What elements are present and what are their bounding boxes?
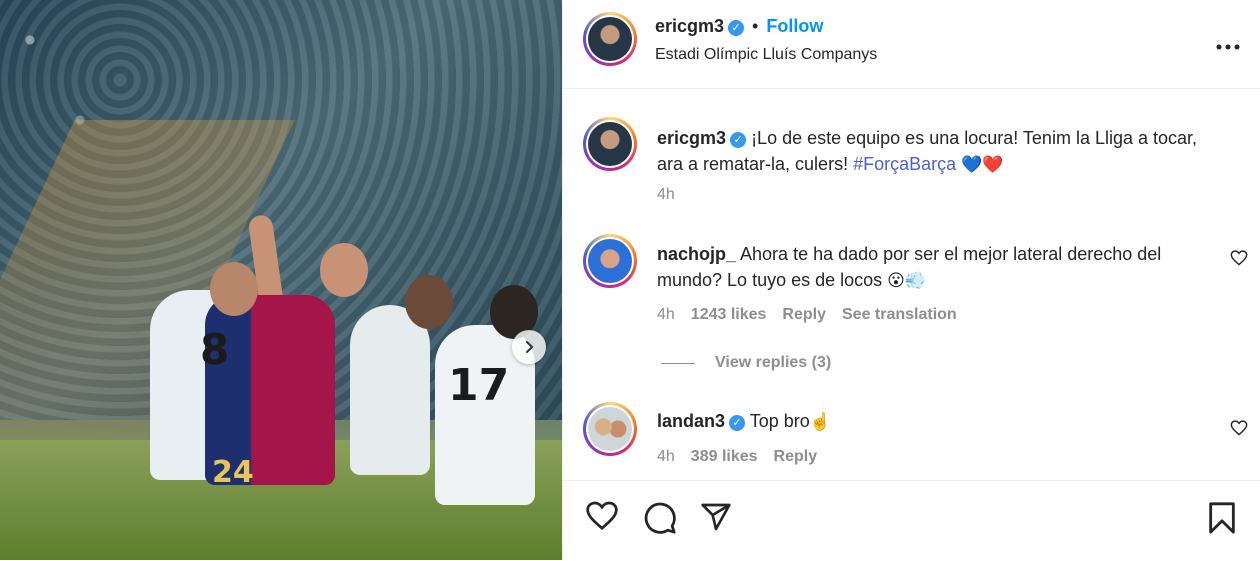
pointing-up-emoji: ☝️: [809, 412, 831, 432]
post-photo[interactable]: 8 17 24: [0, 0, 562, 560]
comment-timestamp[interactable]: 4h: [657, 306, 675, 324]
verified-badge-icon: ✓: [728, 20, 745, 36]
post-action-bar: [563, 480, 1260, 561]
caption-author-username[interactable]: ericgm3: [657, 128, 726, 148]
carousel-next-button[interactable]: [512, 330, 546, 364]
hashtag-link[interactable]: #ForçaBarça: [853, 154, 956, 174]
comment-text-line1: Ahora te ha dado por ser el mejor latera…: [740, 244, 1162, 264]
caption-author-avatar[interactable]: [583, 117, 637, 171]
player-head: [320, 243, 368, 297]
follow-button[interactable]: Follow: [766, 16, 823, 36]
heart-icon[interactable]: [585, 501, 619, 536]
bookmark-icon[interactable]: [1207, 501, 1237, 540]
jersey-number: 24: [212, 455, 254, 490]
see-translation-button[interactable]: See translation: [842, 306, 957, 324]
verified-badge-icon: ✓: [730, 132, 747, 148]
reply-button[interactable]: Reply: [782, 306, 826, 324]
comment-avatar-nachojp[interactable]: [583, 234, 637, 288]
post-header: ericgm3 ✓ • Follow Estadi Olímpic Lluís Com…: [563, 0, 1260, 89]
comment-meta: 4h 389 likes Reply: [657, 448, 817, 466]
verified-badge-icon: ✓: [729, 415, 746, 431]
caption-meta: 4h: [657, 186, 675, 204]
like-comment-heart-icon[interactable]: [1230, 420, 1248, 441]
caption-timestamp[interactable]: 4h: [657, 186, 675, 204]
comment-avatar-landan3[interactable]: [583, 402, 637, 456]
comment-icon[interactable]: [643, 501, 677, 540]
share-icon[interactable]: [699, 501, 733, 538]
jersey-number: 17: [448, 360, 510, 411]
comment-likes[interactable]: 389 likes: [691, 448, 758, 466]
jersey-number: 8: [200, 325, 230, 374]
replies-divider: [661, 362, 695, 364]
comment-text-line2: mundo? Lo tuyo es de locos: [657, 270, 888, 290]
comment-nachojp: nachojp_ Ahora te ha dado por ser el mej…: [657, 241, 1161, 294]
view-replies-button[interactable]: View replies (3): [661, 354, 831, 372]
caption: ericgm3 ✓ ¡Lo de este equipo es una locur…: [657, 125, 1197, 178]
post-side-panel: ericgm3 ✓ • Follow Estadi Olímpic Lluís Com…: [562, 0, 1260, 560]
comment-likes[interactable]: 1243 likes: [691, 306, 767, 324]
comment-username[interactable]: nachojp_: [657, 244, 736, 264]
caption-text-line2: ara a rematar-la, culers!: [657, 154, 854, 174]
astonished-emoji: 😮: [887, 271, 905, 291]
comment-text: Top bro: [749, 411, 810, 431]
more-options-icon[interactable]: [1216, 30, 1240, 56]
blue-heart-emoji: 💙: [961, 155, 983, 175]
author-username[interactable]: ericgm3: [655, 16, 724, 36]
comment-meta: 4h 1243 likes Reply See translation: [657, 306, 957, 324]
like-comment-heart-icon[interactable]: [1230, 250, 1248, 271]
dash-emoji: 💨: [904, 271, 927, 291]
comment-landan3: landan3 ✓ Top bro☝️: [657, 408, 831, 435]
view-replies-label: View replies (3): [715, 354, 832, 371]
post-location[interactable]: Estadi Olímpic Lluís Companys: [655, 46, 877, 64]
chevron-right-icon: [526, 341, 534, 353]
red-heart-emoji: ❤️: [982, 155, 1004, 175]
player-head: [405, 275, 453, 329]
player-head: [210, 262, 258, 316]
reply-button[interactable]: Reply: [774, 448, 818, 466]
author-avatar[interactable]: [583, 12, 637, 66]
comment-username[interactable]: landan3: [657, 411, 725, 431]
author-line: ericgm3 ✓ • Follow: [655, 16, 823, 37]
comment-timestamp[interactable]: 4h: [657, 448, 675, 466]
caption-text-line1: ¡Lo de este equipo es una locura! Tenim …: [751, 128, 1198, 148]
separator: •: [752, 16, 759, 36]
opponent-player-2: [350, 305, 430, 475]
